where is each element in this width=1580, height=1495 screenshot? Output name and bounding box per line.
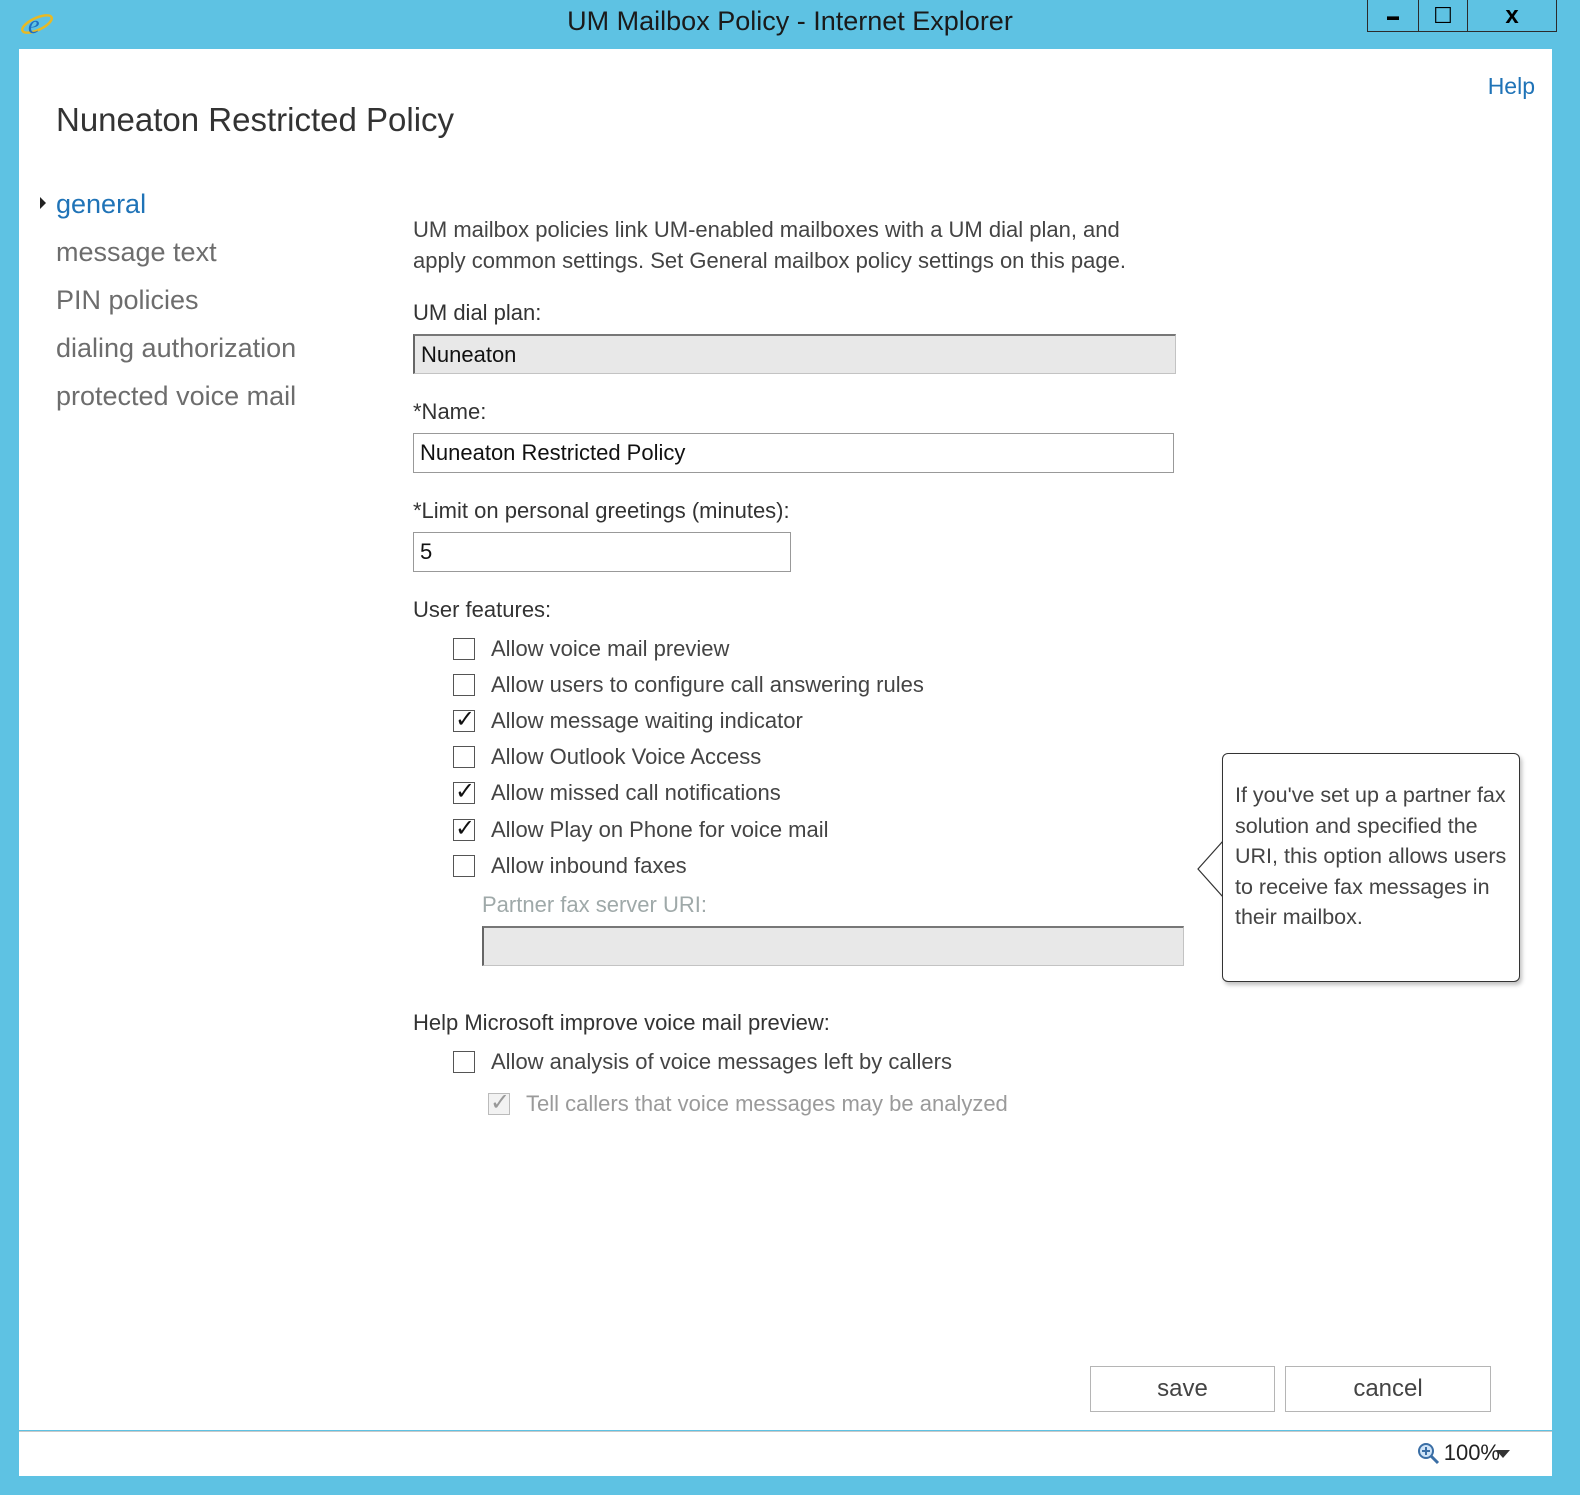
maximize-icon: ☐ [1433, 2, 1453, 28]
zoom-dropdown-icon[interactable] [1496, 1450, 1510, 1458]
dial-plan-field: Nuneaton [413, 334, 1176, 374]
checkbox-label: Allow missed call notifications [491, 780, 781, 805]
selected-arrow-icon [40, 197, 46, 209]
checkmark-icon: ✓ [455, 815, 476, 842]
nav-item-label: general [56, 189, 147, 219]
nav-item-protected-voice-mail[interactable]: protected voice mail [56, 376, 296, 424]
greeting-limit-input[interactable] [413, 532, 791, 572]
checkbox-label: Tell callers that voice messages may be … [526, 1091, 1008, 1116]
checkbox-label: Allow Outlook Voice Access [491, 744, 762, 769]
status-bar: 100% [19, 1431, 1552, 1476]
improve-label: Help Microsoft improve voice mail previe… [413, 1010, 830, 1035]
cancel-button[interactable]: cancel [1285, 1366, 1491, 1412]
nav-item-dialing-authorization[interactable]: dialing authorization [56, 328, 296, 376]
checkbox-label: Allow voice mail preview [491, 636, 730, 661]
section-nav: general message text PIN policies dialin… [40, 184, 296, 424]
feature-voice-mail-preview[interactable]: Allow voice mail preview [453, 634, 729, 664]
page-title: Nuneaton Restricted Policy [56, 101, 455, 138]
feature-missed-call-notifications[interactable]: ✓ Allow missed call notifications [453, 778, 781, 808]
dialog-content: Help Nuneaton Restricted Policy general … [19, 49, 1552, 1430]
name-label: *Name: [413, 399, 487, 424]
nav-item-general[interactable]: general [40, 184, 296, 232]
minimize-button[interactable]: ▬ [1367, 0, 1419, 32]
fax-uri-label: Partner fax server URI: [482, 892, 707, 917]
feature-outlook-voice-access[interactable]: Allow Outlook Voice Access [453, 742, 761, 772]
checkbox[interactable]: ✓ [453, 706, 475, 733]
close-icon: x [1505, 1, 1519, 29]
tell-callers-option[interactable]: ✓ Tell callers that voice messages may b… [488, 1089, 1008, 1119]
feature-message-waiting-indicator[interactable]: ✓ Allow message waiting indicator [453, 706, 803, 736]
checkbox[interactable]: ✓ [488, 1089, 510, 1116]
checkbox-label: Allow Play on Phone for voice mail [491, 817, 829, 842]
feature-call-answering-rules[interactable]: Allow users to configure call answering … [453, 670, 924, 700]
maximize-button[interactable]: ☐ [1418, 0, 1468, 32]
checkmark-icon: ✓ [455, 706, 476, 733]
feature-inbound-faxes[interactable]: Allow inbound faxes [453, 851, 687, 881]
save-button[interactable]: save [1090, 1366, 1275, 1412]
checkbox-label: Allow inbound faxes [491, 853, 687, 878]
checkbox[interactable] [453, 855, 475, 877]
user-features-label: User features: [413, 597, 552, 622]
checkbox[interactable]: ✓ [453, 778, 475, 805]
description-text: UM mailbox policies link UM-enabled mail… [413, 217, 1126, 273]
zoom-control[interactable]: 100% [1416, 1440, 1500, 1466]
nav-item-pin-policies[interactable]: PIN policies [56, 280, 296, 328]
window-title: UM Mailbox Policy - Internet Explorer [567, 6, 1013, 36]
greeting-limit-label: *Limit on personal greetings (minutes): [413, 498, 790, 523]
checkmark-icon: ✓ [490, 1089, 511, 1116]
nav-item-message-text[interactable]: message text [56, 232, 296, 280]
fax-uri-input[interactable] [482, 926, 1184, 966]
checkbox-label: Allow users to configure call answering … [491, 672, 924, 697]
callout-pointer [1197, 839, 1225, 899]
title-bar: e UM Mailbox Policy - Internet Explorer … [0, 0, 1580, 48]
checkbox[interactable]: ✓ [453, 815, 475, 842]
checkbox[interactable] [453, 746, 475, 768]
checkmark-icon: ✓ [455, 778, 476, 805]
checkbox-label: Allow analysis of voice messages left by… [491, 1049, 952, 1074]
info-callout: If you've set up a partner fax solution … [1222, 753, 1520, 982]
minimize-icon: ▬ [1387, 8, 1399, 23]
browser-window: e UM Mailbox Policy - Internet Explorer … [0, 0, 1580, 1495]
help-link[interactable]: Help [1488, 73, 1535, 100]
zoom-icon [1417, 1443, 1439, 1465]
checkbox[interactable] [453, 674, 475, 696]
feature-play-on-phone[interactable]: ✓ Allow Play on Phone for voice mail [453, 815, 829, 845]
checkbox-label: Allow message waiting indicator [491, 708, 803, 733]
dial-plan-label: UM dial plan: [413, 300, 542, 325]
checkbox[interactable] [453, 1051, 475, 1073]
zoom-level: 100% [1443, 1440, 1500, 1465]
checkbox[interactable] [453, 638, 475, 660]
name-input[interactable] [413, 433, 1174, 473]
close-button[interactable]: x [1467, 0, 1557, 32]
allow-analysis-option[interactable]: Allow analysis of voice messages left by… [453, 1047, 952, 1077]
